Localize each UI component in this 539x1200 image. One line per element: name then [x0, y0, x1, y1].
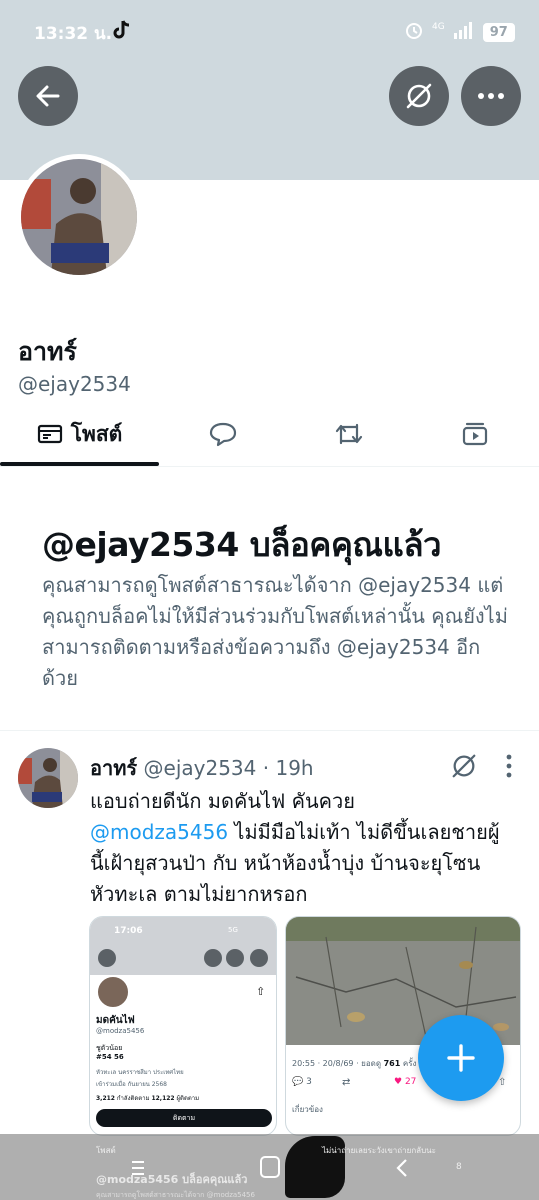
tab-replies[interactable]: [159, 402, 287, 466]
tiktok-icon: [112, 19, 132, 45]
tab-reposts[interactable]: [287, 402, 411, 466]
embedded-profile-name: มดคันไฟ: [96, 1015, 135, 1026]
more-vertical-icon: [506, 754, 512, 778]
grok-icon: [452, 754, 476, 778]
profile-tabs: โพสต์: [0, 402, 539, 466]
blocked-description: คุณสามารถดูโพสต์สาธารณะได้จาก @ejay2534 …: [42, 573, 508, 690]
post-header: อาทร์ @ejay2534 · 19h: [90, 752, 314, 784]
embedded-followers-label: ผู้ติดตาม: [176, 1095, 200, 1102]
blocked-title: @ejay2534 บล็อคคุณแล้ว: [42, 525, 442, 564]
posts-icon: [37, 424, 62, 444]
tab-posts-label: โพสต์: [70, 421, 123, 446]
post-text-line: นี้เฝ้ายุสวนป่า กับ หน้าห้องน้ำบุ่ง บ้าน…: [90, 851, 481, 875]
embedded-reply-preview: ไม่น่าถ่ายเลยระวังเขาถ่ายกลับนะ: [322, 1146, 436, 1155]
embedded-profile-handle: @modza5456: [96, 1027, 145, 1035]
media-image-left[interactable]: 17:06 5G ⇧ มดคันไฟ @modza5456 ชูตัวน้อย …: [89, 916, 277, 1136]
embedded-stat: 8: [456, 1162, 462, 1172]
grok-icon: [406, 83, 432, 109]
system-nav-bar: โพสต์ @modza5456 บล็อคคุณแล้ว คุณสามารถด…: [0, 1134, 539, 1200]
embedded-blocked-desc: คุณสามารถดูโพสต์สาธารณะได้จาก @modza5456: [96, 1191, 255, 1199]
embedded-views: 761: [383, 1059, 401, 1068]
grok-button[interactable]: [389, 66, 449, 126]
post-mention-link[interactable]: @modza5456: [90, 820, 228, 844]
post-text-line: หัวทะเล ตามไม่ยากหรอก: [90, 882, 308, 906]
embedded-like-stat: ♥ 27: [394, 1077, 417, 1087]
more-dots-icon: [478, 93, 504, 99]
post-text-fragment: ไม่มีมือไม่เท้า ไม่ดีขึ้นเลยชายผู้: [228, 820, 500, 844]
embedded-bio-line: #54 56: [96, 1053, 124, 1061]
profile-name: อาทร์: [18, 337, 77, 366]
embedded-repost-icon: ⇄: [342, 1077, 351, 1088]
post-author-name[interactable]: อาทร์: [90, 756, 137, 780]
embedded-followers-count: 12,122: [151, 1095, 175, 1102]
embedded-blocked-title: @modza5456 บล็อคคุณแล้ว: [96, 1173, 248, 1186]
embedded-post-meta: 20:55 · 20/8/69 · ยอดดู 761 ครั้ง: [292, 1057, 416, 1070]
embedded-share-icon: ⇧: [256, 985, 266, 998]
profile-avatar[interactable]: [16, 154, 142, 280]
post-text-line: แอบถ่ายดีนัก มดคันไฟ คันควย: [90, 789, 355, 813]
embedded-share-icon: ⇧: [498, 1077, 507, 1088]
profile-handle: @ejay2534: [18, 372, 131, 396]
avatar-photo: [21, 159, 137, 275]
status-icons: 4G 97: [404, 20, 515, 44]
embedded-reply-stat: 💬 3: [292, 1077, 312, 1087]
embedded-search-icon: [226, 949, 244, 967]
embedded-grok-icon: [204, 949, 222, 967]
tab-media[interactable]: [411, 402, 539, 466]
post-avatar-photo: [18, 748, 78, 808]
post-text: แอบถ่ายดีนัก มดคันไฟ คันควย @modza5456 ไ…: [90, 786, 530, 910]
embedded-time: 17:06: [114, 926, 143, 936]
signal-icon: [453, 21, 475, 43]
embedded-following-label: กำลังติดตาม: [116, 1095, 150, 1102]
embedded-tab-posts: โพสต์: [96, 1145, 116, 1155]
tabs-divider: [0, 466, 539, 467]
embedded-follow-button: ติดตาม: [96, 1109, 272, 1127]
embedded-joined: เข้าร่วมเมื่อ กันยายน 2568: [96, 1081, 167, 1088]
back-arrow-icon: [36, 85, 60, 107]
nav-recents-icon[interactable]: [128, 1158, 148, 1178]
status-time: 13:32 น.: [34, 24, 113, 44]
post-author-handle[interactable]: @ejay2534: [144, 756, 257, 780]
nav-back-icon[interactable]: [392, 1158, 412, 1178]
post-time: 19h: [275, 756, 314, 780]
battery-indicator: 97: [482, 22, 515, 42]
post-separator: ·: [262, 756, 270, 780]
post-more-button[interactable]: [502, 752, 516, 784]
reply-icon: [209, 422, 237, 447]
more-button[interactable]: [461, 66, 521, 126]
plus-icon: [447, 1044, 475, 1072]
embedded-tabs-row: โพสต์: [96, 1140, 272, 1160]
repost-icon: [335, 423, 363, 445]
embedded-location: หัวทะเล นครราชสีมา ประเทศไทย: [96, 1069, 184, 1076]
compose-button[interactable]: [418, 1015, 504, 1101]
embedded-network: 5G: [228, 926, 238, 934]
alarm-icon: [404, 20, 424, 44]
embedded-following-count: 3,212: [96, 1095, 115, 1102]
nav-home-icon[interactable]: [260, 1156, 280, 1178]
embedded-more-icon: [250, 949, 268, 967]
network-label: 4G: [432, 22, 445, 32]
media-icon: [462, 422, 488, 446]
embedded-avatar: [96, 975, 130, 1009]
embedded-follow-stats: 3,212 กำลังติดตาม 12,122 ผู้ติดตาม: [96, 1093, 199, 1103]
post-author-avatar[interactable]: [18, 748, 78, 808]
embedded-meta-text: 20:55 · 20/8/69 · ยอดดู: [292, 1059, 382, 1068]
post-text-line: @modza5456 ไม่มีมือไม่เท้า ไม่ดีขึ้นเลยช…: [90, 817, 530, 848]
post-grok-button[interactable]: [450, 752, 478, 784]
embedded-views-unit: ครั้ง: [402, 1059, 417, 1068]
back-button[interactable]: [18, 66, 78, 126]
embedded-related: เกี่ยวข้อง: [292, 1105, 323, 1114]
section-divider: [0, 730, 539, 731]
embedded-likes-count: 27: [404, 1077, 417, 1087]
tab-posts[interactable]: โพสต์: [0, 402, 159, 466]
embedded-replies-count: 3: [306, 1077, 312, 1087]
embedded-back-icon: [98, 949, 116, 967]
